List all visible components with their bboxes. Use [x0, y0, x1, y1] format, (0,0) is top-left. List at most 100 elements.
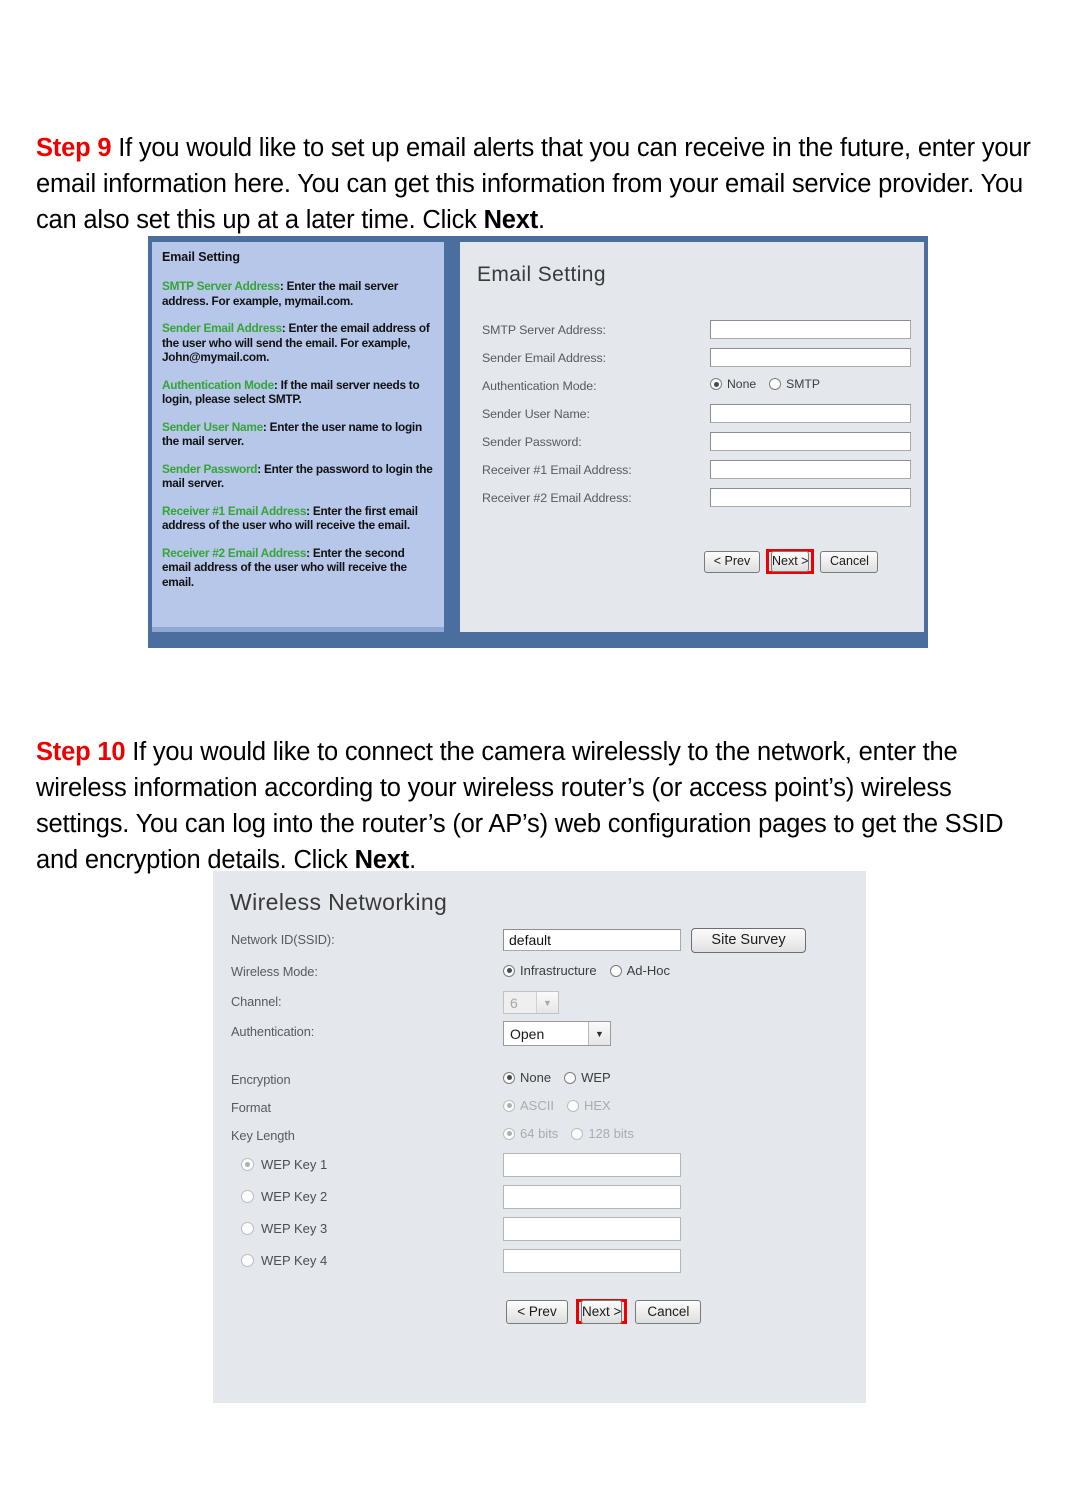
- label-authentication: Authentication:: [231, 1024, 315, 1039]
- smtp-server-address-input[interactable]: [710, 320, 911, 339]
- wep-key-row-3: WEP Key 3: [241, 1217, 861, 1243]
- label-authentication-mode: Authentication Mode:: [482, 379, 597, 393]
- authentication-mode-radio-group: None SMTP: [710, 377, 828, 391]
- next-button[interactable]: Next >: [771, 551, 810, 572]
- help-item-key: SMTP Server Address: [162, 279, 280, 293]
- wireless-mode-radio-group: Infrastructure Ad-Hoc: [503, 963, 678, 978]
- prev-button[interactable]: < Prev: [506, 1299, 568, 1324]
- label-smtp-server-address: SMTP Server Address:: [482, 323, 606, 337]
- field-row-network-ssid: Network ID(SSID): Site Survey: [231, 928, 851, 955]
- field-row-authentication-mode: Authentication Mode: None SMTP: [482, 376, 912, 398]
- field-row-wireless-mode: Wireless Mode: Infrastructure Ad-Hoc: [231, 961, 851, 987]
- radio-wep-key-4-icon[interactable]: [241, 1254, 254, 1267]
- label-network-ssid: Network ID(SSID):: [231, 932, 335, 947]
- cancel-button[interactable]: Cancel: [635, 1299, 702, 1324]
- wep-key-row-2: WEP Key 2: [241, 1185, 861, 1211]
- help-item-key: Sender Password: [162, 461, 258, 476]
- field-row-sender-user-name: Sender User Name:: [482, 404, 912, 426]
- help-item-receiver-1-email-address: Receiver #1 Email Address: Enter the fir…: [162, 504, 434, 533]
- radio-auth-none-icon[interactable]: [710, 378, 722, 390]
- help-item-sender-user-name: Sender User Name: Enter the user name to…: [162, 420, 434, 449]
- wep-key-3-input[interactable]: [503, 1217, 681, 1241]
- help-item-key: Receiver #2 Email Address: [162, 545, 307, 560]
- label-wep-key-4: WEP Key 4: [261, 1253, 328, 1268]
- radio-adhoc-label[interactable]: Ad-Hoc: [627, 963, 670, 978]
- wireless-networking-button-row: < Prev Next > Cancel: [506, 1299, 702, 1324]
- prev-button[interactable]: < Prev: [704, 550, 760, 573]
- help-item-sender-password: Sender Password: Enter the password to l…: [162, 462, 434, 491]
- radio-wep-key-1-icon[interactable]: [241, 1158, 254, 1171]
- help-panel-bottom-strip: [152, 627, 444, 632]
- receiver-1-email-address-input[interactable]: [710, 460, 911, 479]
- wireless-networking-heading: Wireless Networking: [230, 889, 448, 915]
- radio-auth-smtp-label[interactable]: SMTP: [786, 377, 820, 391]
- radio-auth-smtp-icon[interactable]: [769, 378, 782, 390]
- next-button-highlight: Next >: [766, 549, 815, 574]
- label-receiver-1-email-address: Receiver #1 Email Address:: [482, 463, 632, 477]
- field-row-receiver-1-email-address: Receiver #1 Email Address:: [482, 460, 912, 482]
- help-item-key: Sender User Name: [162, 419, 263, 434]
- step-10-text-1: If you would like to connect the camera …: [36, 737, 1004, 874]
- step-10-next-emphasis: Next: [354, 845, 410, 874]
- label-wireless-mode: Wireless Mode:: [231, 964, 318, 979]
- cancel-button[interactable]: Cancel: [820, 550, 879, 573]
- label-wep-key-3: WEP Key 3: [261, 1221, 328, 1236]
- email-setting-help-panel: Email Setting SMTP Server Address: Enter…: [152, 242, 444, 632]
- wep-key-1-input[interactable]: [503, 1153, 681, 1177]
- chevron-down-icon: ▼: [588, 1022, 610, 1045]
- network-ssid-input[interactable]: [503, 929, 681, 951]
- radio-encryption-wep-icon[interactable]: [564, 1071, 577, 1084]
- radio-encryption-none-icon[interactable]: [503, 1071, 515, 1084]
- wep-key-4-input[interactable]: [503, 1249, 681, 1273]
- step-10-text-2: .: [409, 845, 416, 874]
- wep-key-row-4: WEP Key 4: [241, 1249, 861, 1275]
- key-length-radio-group: 64 bits 128 bits: [503, 1126, 642, 1141]
- field-row-format: Format ASCII HEX: [231, 1097, 851, 1121]
- radio-infrastructure-label[interactable]: Infrastructure: [520, 963, 597, 978]
- label-sender-email-address: Sender Email Address:: [482, 351, 606, 365]
- authentication-select[interactable]: Open ▼: [503, 1021, 611, 1046]
- site-survey-button[interactable]: Site Survey: [691, 928, 806, 953]
- sender-password-input[interactable]: [710, 432, 911, 451]
- step-10-label: Step 10: [36, 737, 126, 766]
- help-item-key: Receiver #1 Email Address: [162, 503, 307, 518]
- step-9-instruction: Step 9 If you would like to set up email…: [36, 130, 1046, 238]
- email-setting-heading: Email Setting: [477, 263, 606, 286]
- field-row-authentication: Authentication: Open ▼: [231, 1021, 851, 1049]
- radio-wep-key-2-icon[interactable]: [241, 1190, 254, 1203]
- sender-email-address-input[interactable]: [710, 348, 911, 367]
- radio-infrastructure-icon[interactable]: [503, 964, 515, 977]
- help-item-key: Sender Email Address: [162, 321, 282, 335]
- radio-wep-key-3-icon[interactable]: [241, 1222, 254, 1235]
- next-button-highlight: Next >: [576, 1299, 628, 1324]
- help-item-authentication-mode: Authentication Mode: If the mail server …: [162, 378, 434, 407]
- help-item-key: Authentication Mode: [162, 377, 274, 392]
- radio-encryption-wep-label[interactable]: WEP: [581, 1070, 611, 1085]
- label-format: Format: [231, 1100, 271, 1115]
- step-9-text-2: .: [538, 205, 545, 234]
- field-row-sender-email-address: Sender Email Address:: [482, 348, 912, 370]
- label-key-length: Key Length: [231, 1128, 295, 1143]
- label-receiver-2-email-address: Receiver #2 Email Address:: [482, 491, 632, 505]
- radio-auth-none-label[interactable]: None: [727, 377, 756, 391]
- field-row-sender-password: Sender Password:: [482, 432, 912, 454]
- field-row-receiver-2-email-address: Receiver #2 Email Address:: [482, 488, 912, 510]
- step-9-label: Step 9: [36, 133, 112, 162]
- receiver-2-email-address-input[interactable]: [710, 488, 911, 507]
- email-setting-button-row: < Prev Next > Cancel: [704, 549, 879, 574]
- next-button[interactable]: Next >: [581, 1300, 623, 1324]
- radio-adhoc-icon[interactable]: [609, 964, 622, 977]
- label-wep-key-2: WEP Key 2: [261, 1189, 328, 1204]
- radio-format-hex-label: HEX: [583, 1098, 611, 1113]
- wep-key-2-input[interactable]: [503, 1185, 681, 1209]
- label-sender-password: Sender Password:: [482, 435, 582, 449]
- channel-select[interactable]: 6 ▼: [503, 991, 559, 1014]
- field-row-key-length: Key Length 64 bits 128 bits: [231, 1125, 851, 1149]
- radio-format-ascii-icon: [503, 1099, 515, 1112]
- chevron-down-icon: ▼: [536, 992, 558, 1013]
- sender-user-name-input[interactable]: [710, 404, 911, 423]
- wireless-networking-screenshot: Wireless Networking Network ID(SSID): Si…: [213, 871, 866, 1403]
- radio-encryption-none-label[interactable]: None: [520, 1070, 551, 1085]
- label-wep-key-1: WEP Key 1: [261, 1157, 328, 1172]
- email-setting-form-panel: Email Setting SMTP Server Address: Sende…: [460, 242, 924, 632]
